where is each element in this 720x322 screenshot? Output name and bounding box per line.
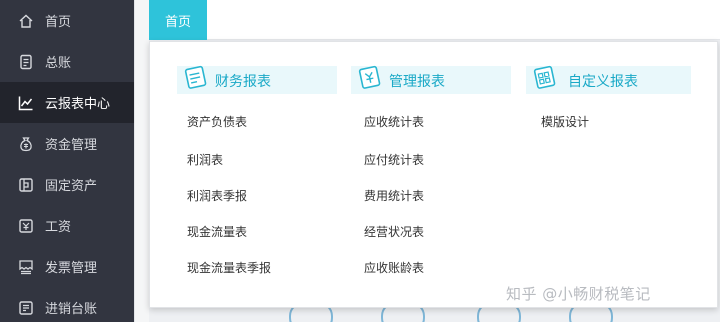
money-bag-icon [18,136,34,152]
sidebar-item-report-center[interactable]: 云报表中心 [0,82,134,123]
category-financial-reports: 财务报表 [177,65,337,94]
sidebar-item-invoices[interactable]: 发票管理 [0,246,134,287]
payroll-icon [18,218,34,234]
sidebar-item-payroll[interactable]: 工资 [0,205,134,246]
menu-item-payables-stats[interactable]: 应付统计表 [364,151,424,168]
menu-item-cash-flow-quarterly[interactable]: 现金流量表季报 [187,259,271,276]
menu-item-expense-stats[interactable]: 费用统计表 [364,187,424,204]
menu-item-income-statement-quarterly[interactable]: 利润表季报 [187,187,247,204]
sidebar-item-label: 工资 [45,220,72,235]
sidebar-item-label: 首页 [45,15,72,30]
menu-item-balance-sheet[interactable]: 资产负债表 [187,113,247,130]
menu-item-receivables-stats[interactable]: 应收统计表 [364,113,424,130]
tab-home[interactable]: 首页 [149,0,207,40]
category-title: 管理报表 [389,74,445,90]
menu-item-template-design[interactable]: 模版设计 [541,113,589,130]
sidebar-item-fixed-assets[interactable]: 固定资产 [0,164,134,205]
watermark: 知乎 @小畅财税笔记 [506,285,651,303]
sidebar-item-label: 固定资产 [45,179,98,194]
sidebar-item-home[interactable]: 首页 [0,0,134,41]
menu-item-receivables-aging[interactable]: 应收账龄表 [364,259,424,276]
sidebar-gutter [134,0,149,322]
category-management-reports: 管理报表 [351,65,511,94]
top-bar [149,0,720,40]
sidebar-item-label: 发票管理 [45,261,98,276]
custom-report-icon [530,60,560,90]
category-title: 自定义报表 [568,74,638,90]
financial-report-icon [181,60,211,90]
asset-icon [18,177,34,193]
category-custom-reports: 自定义报表 [526,65,691,94]
sidebar-item-inventory-ledger[interactable]: 进销台账 [0,287,134,322]
sidebar-item-label: 进销台账 [45,302,98,317]
sidebar: 首页 总账 云报表中心 资金管理 固定资产 工资 发票管理 进销台账 [0,0,134,322]
report-center-menu: 财务报表 资产负债表 利润表 利润表季报 现金流量表 现金流量表季报 管理报表 … [149,41,718,308]
menu-item-cash-flow-statement[interactable]: 现金流量表 [187,223,247,240]
invoice-icon [18,259,34,275]
sidebar-item-label: 资金管理 [45,138,98,153]
inventory-icon [18,300,34,316]
sidebar-item-label: 总账 [45,56,72,71]
menu-item-operating-status[interactable]: 经营状况表 [364,223,424,240]
sidebar-item-funds[interactable]: 资金管理 [0,123,134,164]
sidebar-item-label: 云报表中心 [45,97,111,112]
management-report-icon [355,60,385,90]
ledger-icon [18,54,34,70]
category-title: 财务报表 [215,74,271,90]
chart-icon [18,95,34,111]
menu-item-income-statement[interactable]: 利润表 [187,151,223,168]
home-icon [18,13,34,29]
sidebar-item-ledger[interactable]: 总账 [0,41,134,82]
